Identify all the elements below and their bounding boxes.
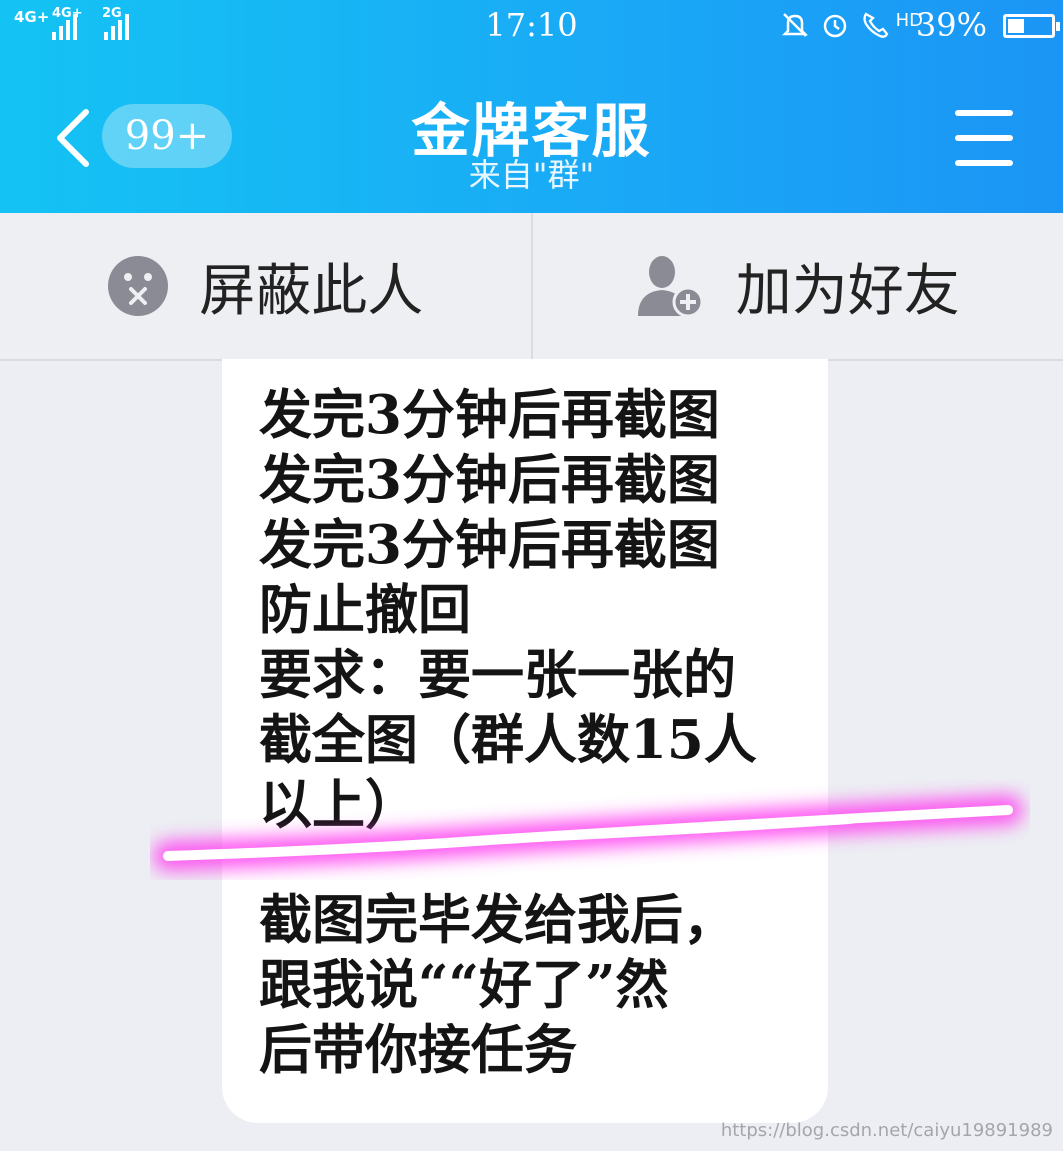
page-subtitle: 来自"群" xyxy=(468,156,595,194)
message-bubble[interactable]: 发完3分钟后再截图 发完3分钟后再截图 发完3分钟后再截图 防止撤回 要求：要一… xyxy=(222,359,828,1123)
message-line: 后带你接任务 xyxy=(259,1019,577,1081)
volte-call-icon xyxy=(862,12,888,38)
battery-percent: 39% xyxy=(915,6,987,44)
message-line: 跟我说““好了”然 xyxy=(259,954,669,1016)
status-bar: 4G+ 4G+ 2G 17:10 HD 39% xyxy=(0,0,1063,52)
battery-fill xyxy=(1008,19,1024,33)
block-user-button[interactable]: 屏蔽此人 xyxy=(0,213,531,359)
add-friend-label: 加为好友 xyxy=(735,258,960,324)
alarm-icon xyxy=(823,14,846,38)
action-bar: 屏蔽此人 加为好友 xyxy=(0,213,1063,361)
bell-muted-icon xyxy=(781,13,808,37)
chat-header: 4G+ 4G+ 2G 17:10 HD 39% 99+ 金牌客服 来自"群" xyxy=(0,0,1063,213)
battery-icon xyxy=(1003,14,1060,38)
message-line: 截全图（群人数15人 xyxy=(259,709,757,771)
block-user-label: 屏蔽此人 xyxy=(199,258,424,324)
block-face-icon xyxy=(108,256,169,316)
watermark: https://blog.csdn.net/caiyu19891989 xyxy=(720,1120,1053,1141)
message-line: 要求：要一张一张的 xyxy=(259,644,736,706)
message-line: 以上） xyxy=(259,774,418,836)
add-friend-button[interactable]: 加为好友 xyxy=(530,213,1063,359)
status-icons: HD xyxy=(780,10,923,40)
message-line: 截图完毕发给我后， xyxy=(259,889,736,951)
message-line: 防止撤回 xyxy=(259,579,471,641)
message-line: 发完3分钟后再截图 xyxy=(259,514,720,576)
message-line: 发完3分钟后再截图 xyxy=(259,449,720,511)
hamburger-menu-icon[interactable] xyxy=(955,110,1013,166)
message-line: 发完3分钟后再截图 xyxy=(259,384,720,446)
add-friend-icon xyxy=(637,256,704,318)
